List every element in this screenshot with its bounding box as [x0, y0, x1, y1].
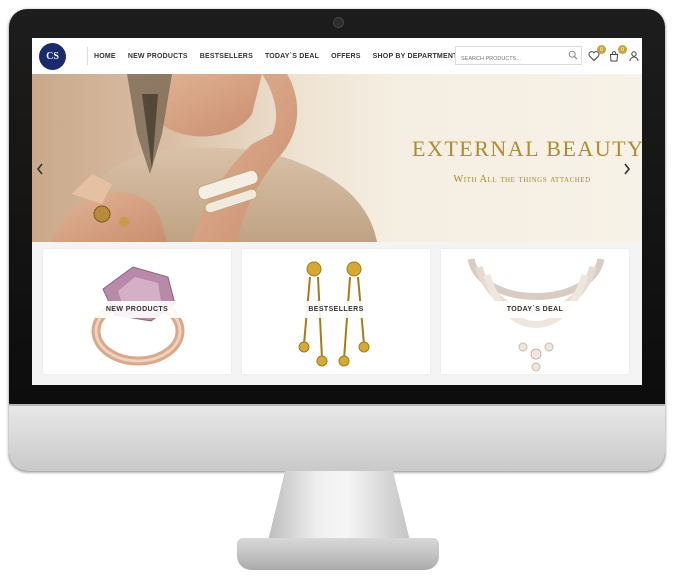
card-label: BESTSELLERS [294, 301, 378, 318]
chevron-left-icon[interactable] [35, 162, 45, 176]
category-card-bestsellers[interactable]: BESTSELLERS [242, 249, 430, 374]
nav-new-products[interactable]: NEW PRODUCTS [122, 53, 194, 60]
card-label: TODAY`S DEAL [492, 301, 578, 318]
nav-offers[interactable]: OFFERS [325, 53, 367, 60]
nav-shop-by-department[interactable]: SHOP BY DEPARTMENT [367, 53, 464, 60]
monitor-chin [9, 404, 665, 471]
hero-banner: EXTERNAL BEAUTY With All the things atta… [32, 74, 642, 242]
site-header: CS HOME NEW PRODUCTS BESTSELLERS TODAY`S… [32, 38, 642, 75]
cart-count-badge: 0 [618, 45, 627, 54]
card-label: NEW PRODUCTS [91, 301, 183, 318]
webcam-icon [333, 17, 344, 28]
site-logo[interactable]: CS [39, 43, 66, 70]
nav-todays-deal[interactable]: TODAY`S DEAL [259, 53, 325, 60]
nav-bestsellers[interactable]: BESTSELLERS [194, 53, 259, 60]
category-card-new-products[interactable]: NEW PRODUCTS [43, 249, 231, 374]
logo-text: CS [46, 51, 59, 62]
user-icon[interactable] [629, 50, 639, 62]
website-screen: CS HOME NEW PRODUCTS BESTSELLERS TODAY`S… [32, 38, 642, 385]
monitor-divider [9, 404, 665, 406]
wishlist-count-badge: 0 [597, 45, 606, 54]
search-input[interactable] [456, 50, 561, 68]
search-box [455, 46, 582, 68]
category-card-todays-deal[interactable]: TODAY`S DEAL [441, 249, 629, 374]
main-nav: HOME NEW PRODUCTS BESTSELLERS TODAY`S DE… [88, 38, 464, 74]
hero-subtitle: With All the things attached [453, 174, 591, 185]
hero-title: EXTERNAL BEAUTY [412, 136, 642, 161]
search-icon[interactable] [568, 50, 578, 60]
monitor-base [237, 538, 439, 570]
monitor-stand [268, 471, 410, 541]
nav-home[interactable]: HOME [88, 53, 122, 60]
